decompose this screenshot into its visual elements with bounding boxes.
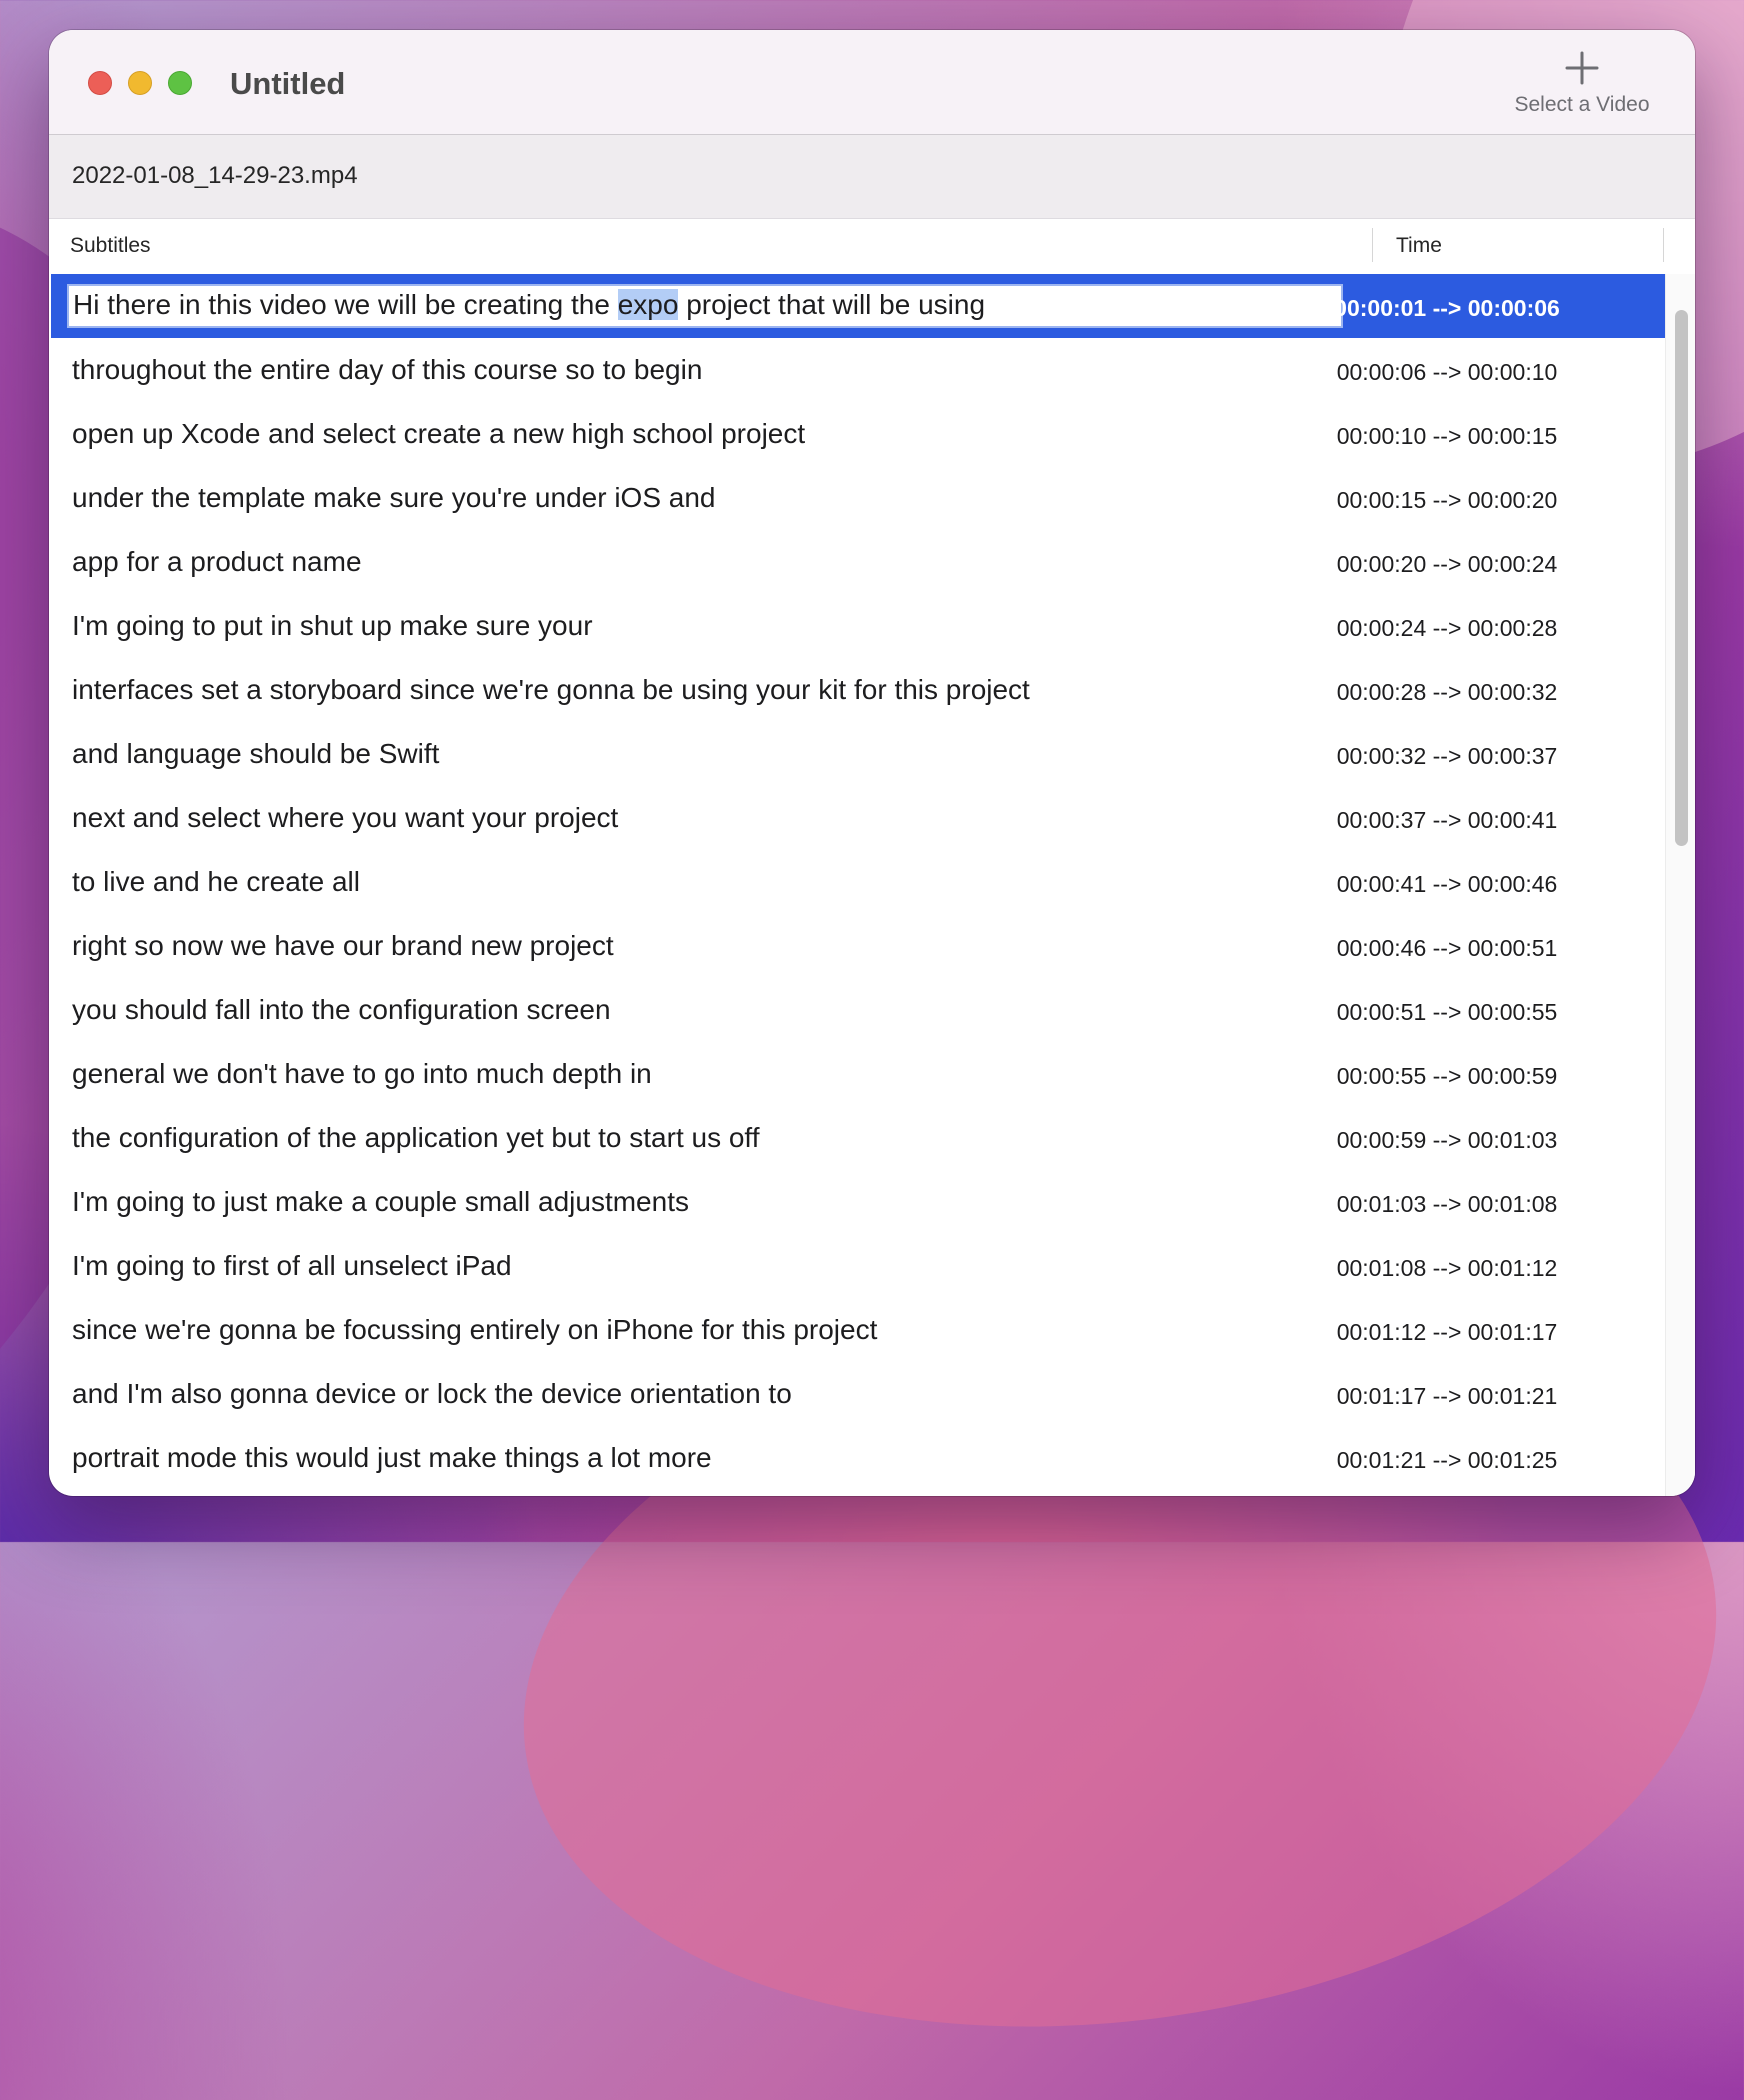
subtitle-cell: you should fall into the configuration s…	[72, 994, 611, 1025]
table-row[interactable]: under the template make sure you're unde…	[51, 466, 1665, 530]
subtitle-cell: I'm going to put in shut up make sure yo…	[72, 610, 593, 641]
time-cell: 00:00:51 --> 00:00:55	[1336, 999, 1558, 1025]
subtitles-table: Hi there in this video we will be creati…	[49, 274, 1695, 1496]
text-selection: expo	[617, 289, 679, 320]
select-video-label: Select a Video	[1514, 93, 1650, 116]
table-row[interactable]: you should fall into the configuration s…	[51, 978, 1665, 1042]
zoom-button[interactable]	[168, 71, 192, 95]
table-row[interactable]: and I'm also gonna device or lock the de…	[51, 1362, 1665, 1426]
subtitle-cell: portrait mode this would just make thing…	[72, 1442, 712, 1473]
subtitle-cell: next and select where you want your proj…	[72, 802, 619, 833]
close-button[interactable]	[88, 71, 112, 95]
subtitle-cell: I'm going to first of all unselect iPad	[72, 1250, 512, 1281]
table-row[interactable]: throughout the entire day of this course…	[51, 338, 1665, 402]
time-cell: 00:01:17 --> 00:01:21	[1336, 1383, 1558, 1409]
table-header: Subtitles Time	[49, 219, 1695, 273]
subtitle-cell: open up Xcode and select create a new hi…	[72, 418, 806, 449]
time-cell: 00:00:20 --> 00:00:24	[1336, 551, 1558, 577]
edit-text-before: Hi there in this video we will be creati…	[73, 289, 618, 320]
table-row[interactable]: I'm going to first of all unselect iPad …	[51, 1234, 1665, 1298]
subtitle-edit-text: Hi there in this video we will be creati…	[73, 286, 985, 324]
table-row-selected[interactable]: Hi there in this video we will be creati…	[51, 274, 1665, 338]
subtitle-cell: general we don't have to go into much de…	[72, 1058, 652, 1089]
subtitle-cell: and I'm also gonna device or lock the de…	[72, 1378, 792, 1409]
title-bar: Untitled Select a Video	[49, 30, 1695, 135]
table-row[interactable]: and language should be Swift 00:00:32 --…	[51, 722, 1665, 786]
time-cell: 00:00:37 --> 00:00:41	[1336, 807, 1558, 833]
subtitle-cell: the configuration of the application yet…	[72, 1122, 760, 1153]
time-cell: 00:00:59 --> 00:01:03	[1336, 1127, 1558, 1153]
subtitle-cell: throughout the entire day of this course…	[72, 354, 703, 385]
table-row[interactable]: I'm going to just make a couple small ad…	[51, 1170, 1665, 1234]
subtitle-cell: interfaces set a storyboard since we're …	[72, 674, 1030, 705]
file-name: 2022-01-08_14-29-23.mp4	[72, 162, 358, 189]
subtitle-cell: right so now we have our brand new proje…	[72, 930, 614, 961]
subtitle-cell: under the template make sure you're unde…	[72, 482, 716, 513]
edit-text-after: project that will be using	[678, 289, 986, 320]
table-row[interactable]: open up Xcode and select create a new hi…	[51, 402, 1665, 466]
file-bar: 2022-01-08_14-29-23.mp4	[49, 135, 1695, 219]
time-cell: 00:00:41 --> 00:00:46	[1336, 871, 1558, 897]
vertical-scrollbar[interactable]	[1665, 274, 1695, 1496]
plus-icon	[1565, 51, 1599, 85]
scrollbar-thumb[interactable]	[1675, 310, 1688, 846]
time-cell: 00:00:55 --> 00:00:59	[1336, 1063, 1558, 1089]
time-cell: 00:01:03 --> 00:01:08	[1336, 1191, 1558, 1217]
column-divider[interactable]	[1663, 228, 1664, 262]
table-row[interactable]: the configuration of the application yet…	[51, 1106, 1665, 1170]
table-row[interactable]: right so now we have our brand new proje…	[51, 914, 1665, 978]
time-cell: 00:01:12 --> 00:01:17	[1336, 1319, 1558, 1345]
time-cell: 00:01:08 --> 00:01:12	[1336, 1255, 1558, 1281]
table-row[interactable]: I'm going to put in shut up make sure yo…	[51, 594, 1665, 658]
subtitle-cell: since we're gonna be focussing entirely …	[72, 1314, 878, 1345]
app-window: Untitled Select a Video 2022-01-08_14-29…	[49, 30, 1695, 1496]
subtitle-edit-field[interactable]: Hi there in this video we will be creati…	[67, 284, 1343, 328]
table-row[interactable]: interfaces set a storyboard since we're …	[51, 658, 1665, 722]
time-cell: 00:01:21 --> 00:01:25	[1336, 1447, 1558, 1473]
time-cell: 00:00:32 --> 00:00:37	[1336, 743, 1558, 769]
table-row[interactable]: next and select where you want your proj…	[51, 786, 1665, 850]
subtitle-cell: and language should be Swift	[72, 738, 440, 769]
time-cell: 00:00:06 --> 00:00:10	[1336, 359, 1558, 385]
subtitle-cell: I'm going to just make a couple small ad…	[72, 1186, 689, 1217]
time-cell: 00:00:28 --> 00:00:32	[1336, 679, 1558, 705]
column-header-subtitles[interactable]: Subtitles	[70, 232, 151, 260]
table-row[interactable]: since we're gonna be focussing entirely …	[51, 1298, 1665, 1362]
time-cell: 00:00:46 --> 00:00:51	[1336, 935, 1558, 961]
column-header-time[interactable]: Time	[1396, 232, 1442, 260]
subtitle-cell: to live and he create all	[72, 866, 360, 897]
time-cell: 00:00:24 --> 00:00:28	[1336, 615, 1558, 641]
select-video-button[interactable]: Select a Video	[1497, 50, 1667, 130]
table-row[interactable]: general we don't have to go into much de…	[51, 1042, 1665, 1106]
table-row[interactable]: app for a product name 00:00:20 --> 00:0…	[51, 530, 1665, 594]
subtitle-cell: app for a product name	[72, 546, 362, 577]
time-cell: 00:00:10 --> 00:00:15	[1336, 423, 1558, 449]
table-row[interactable]: to live and he create all 00:00:41 --> 0…	[51, 850, 1665, 914]
window-title: Untitled	[230, 66, 346, 101]
minimize-button[interactable]	[128, 71, 152, 95]
time-cell: 00:00:01 --> 00:00:06	[1334, 295, 1560, 321]
table-row[interactable]: portrait mode this would just make thing…	[51, 1426, 1665, 1490]
time-cell: 00:00:15 --> 00:00:20	[1336, 487, 1558, 513]
column-divider[interactable]	[1372, 228, 1373, 262]
